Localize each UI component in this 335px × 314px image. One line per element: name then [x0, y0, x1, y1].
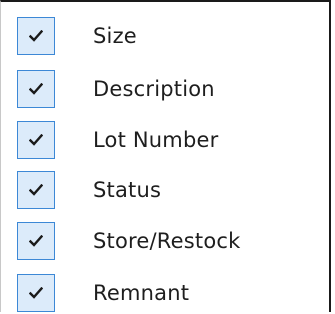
menu-item-description[interactable]: Description — [17, 69, 317, 109]
menu-item-label: Description — [93, 77, 215, 101]
menu-item-label: Size — [93, 24, 137, 48]
menu-item-label: Remnant — [93, 281, 190, 305]
checkmark-icon[interactable] — [17, 274, 55, 312]
checkmark-icon[interactable] — [17, 121, 55, 159]
checkmark-icon[interactable] — [17, 17, 55, 55]
menu-item-store-restock[interactable]: Store/Restock — [17, 221, 317, 261]
menu-item-remnant[interactable]: Remnant — [17, 273, 317, 313]
checkmark-icon[interactable] — [17, 171, 55, 209]
menu-item-size[interactable]: Size — [17, 16, 317, 56]
menu-item-lot-number[interactable]: Lot Number — [17, 120, 317, 160]
checkmark-icon[interactable] — [17, 70, 55, 108]
menu-item-status[interactable]: Status — [17, 170, 317, 210]
menu-item-label: Lot Number — [93, 128, 219, 152]
checkmark-icon[interactable] — [17, 222, 55, 260]
menu-item-label: Store/Restock — [93, 229, 241, 253]
column-chooser-menu: Size Description Lot Number Status Store… — [0, 0, 331, 312]
menu-item-label: Status — [93, 178, 162, 202]
